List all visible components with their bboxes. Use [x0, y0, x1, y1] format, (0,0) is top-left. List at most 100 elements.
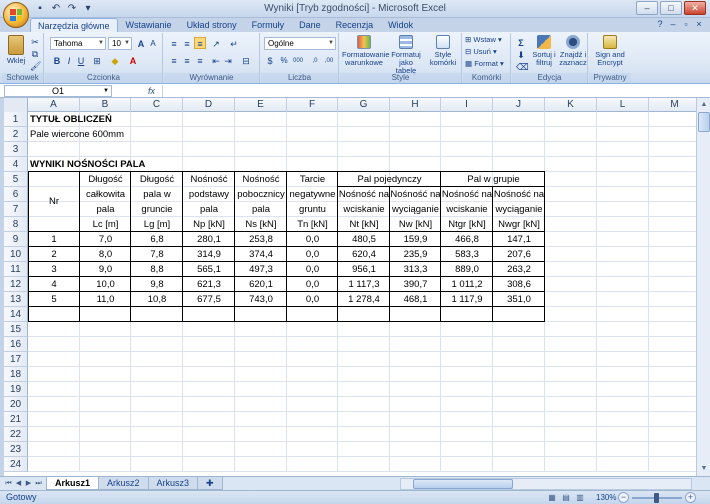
column-header-k[interactable]: K	[545, 98, 597, 112]
insert-function-icon[interactable]: fx	[148, 84, 155, 98]
sheet-tab-arkusz3[interactable]: Arkusz3	[147, 477, 199, 490]
tab-data[interactable]: Dane	[292, 18, 328, 32]
table-cell[interactable]: 7,0	[80, 232, 131, 247]
orientation-icon[interactable]: ↗	[210, 37, 222, 49]
row-header-5[interactable]: 5	[4, 172, 28, 187]
column-header-d[interactable]: D	[183, 98, 235, 112]
percent-button[interactable]: %	[278, 54, 290, 66]
number-format-dropdown[interactable]: Ogólne ▼	[264, 37, 336, 50]
bold-button[interactable]: B	[51, 54, 63, 66]
insert-sheet-icon[interactable]: ✚	[197, 477, 223, 490]
column-header-i[interactable]: I	[441, 98, 493, 112]
header-cell-h-0[interactable]: Nośność na	[390, 187, 441, 202]
row-header-10[interactable]: 10	[4, 247, 28, 262]
row-header-24[interactable]: 24	[4, 457, 28, 472]
table-cell[interactable]: 147,1	[493, 232, 545, 247]
prev-sheet-icon[interactable]: ◀	[14, 478, 23, 490]
table-cell[interactable]: 2	[28, 247, 80, 262]
currency-icon[interactable]: $	[264, 54, 276, 66]
header-cell-e-0[interactable]: Nośność	[235, 172, 287, 187]
table-cell[interactable]: 235,9	[390, 247, 441, 262]
header-cell-c-2[interactable]: gruncie	[131, 202, 183, 217]
zoom-slider-thumb[interactable]	[654, 493, 659, 503]
fill-icon[interactable]: ⬇	[515, 48, 527, 60]
header-cell-j-1[interactable]: wyciąganie	[493, 202, 545, 217]
table-cell[interactable]: 565,1	[183, 262, 235, 277]
sheet-title[interactable]: TYTUŁ OBLICZEŃ	[30, 112, 112, 127]
column-header-f[interactable]: F	[287, 98, 338, 112]
table-cell[interactable]: 10,8	[131, 292, 183, 307]
page-layout-view-icon[interactable]: ▤	[560, 492, 572, 503]
row-header-11[interactable]: 11	[4, 262, 28, 277]
align-top-icon[interactable]: ≡	[168, 37, 180, 49]
scroll-down-icon[interactable]: ▼	[698, 463, 710, 475]
row-header-19[interactable]: 19	[4, 382, 28, 397]
increase-indent-icon[interactable]: ⇥	[222, 54, 234, 66]
tab-formulas[interactable]: Formuły	[245, 18, 292, 32]
select-all-button[interactable]	[4, 98, 28, 112]
header-cell-g-0[interactable]: Nośność na	[338, 187, 390, 202]
header-cell-j-2[interactable]: Nwgr [kN]	[493, 217, 545, 232]
cut-icon[interactable]: ✂	[29, 35, 41, 47]
row-header-16[interactable]: 16	[4, 337, 28, 352]
ribbon-close-icon[interactable]: ×	[694, 19, 704, 29]
column-header-a[interactable]: A	[28, 98, 80, 112]
header-cell-e-1[interactable]: pobocznicy	[235, 187, 287, 202]
table-cell[interactable]: 1 011,2	[441, 277, 493, 292]
table-cell[interactable]: 480,5	[338, 232, 390, 247]
header-cell-f-1[interactable]: negatywne	[287, 187, 338, 202]
header-cell-d-0[interactable]: Nośność	[183, 172, 235, 187]
cell-styles-button[interactable]: Style komórki	[426, 35, 460, 67]
table-cell[interactable]: 1 117,3	[338, 277, 390, 292]
table-cell[interactable]: 1 278,4	[338, 292, 390, 307]
header-cell-c-1[interactable]: pala w	[131, 187, 183, 202]
table-cell[interactable]: 6,8	[131, 232, 183, 247]
header-cell-h-1[interactable]: wyciąganie	[390, 202, 441, 217]
table-cell[interactable]: 743,0	[235, 292, 287, 307]
row-header-4[interactable]: 4	[4, 157, 28, 172]
header-cell-g-2[interactable]: Nt [kN]	[338, 217, 390, 232]
sort-filter-button[interactable]: Sortuj i filtruj	[530, 35, 558, 67]
zoom-level[interactable]: 130%	[596, 491, 616, 504]
row-header-2[interactable]: 2	[4, 127, 28, 142]
header-cell-b-2[interactable]: pala	[80, 202, 131, 217]
header-cell-c-0[interactable]: Długość	[131, 172, 183, 187]
align-bottom-icon[interactable]: ≡	[194, 37, 206, 49]
row-header-1[interactable]: 1	[4, 112, 28, 127]
row-header-12[interactable]: 12	[4, 277, 28, 292]
table-cell[interactable]: 956,1	[338, 262, 390, 277]
header-cell-d-2[interactable]: pala	[183, 202, 235, 217]
header-cell-e-3[interactable]: Ns [kN]	[235, 217, 287, 232]
table-cell[interactable]: 0,0	[287, 247, 338, 262]
font-name-dropdown[interactable]: Tahoma ▼	[50, 37, 106, 50]
header-cell-b-1[interactable]: całkowita	[80, 187, 131, 202]
horizontal-scroll-thumb[interactable]	[413, 479, 513, 489]
table-cell[interactable]: 497,3	[235, 262, 287, 277]
row-header-23[interactable]: 23	[4, 442, 28, 457]
formula-input[interactable]	[162, 85, 696, 97]
horizontal-scrollbar[interactable]	[400, 478, 692, 490]
font-color-icon[interactable]: A	[127, 54, 139, 66]
header-cell-f-2[interactable]: gruntu	[287, 202, 338, 217]
scroll-up-icon[interactable]: ▲	[698, 99, 710, 111]
shrink-font-icon[interactable]: A	[147, 37, 159, 49]
header-single-pile[interactable]: Pal pojedynczy	[338, 172, 441, 187]
ribbon-minimize-icon[interactable]: –	[668, 19, 678, 29]
table-cell[interactable]: 0,0	[287, 277, 338, 292]
table-cell[interactable]: 620,1	[235, 277, 287, 292]
conditional-formatting-button[interactable]: Formatowanie warunkowe	[342, 35, 390, 67]
table-cell[interactable]: 7,8	[131, 247, 183, 262]
header-cell-e-2[interactable]: pala	[235, 202, 287, 217]
table-cell[interactable]: 280,1	[183, 232, 235, 247]
table-cell[interactable]: 263,2	[493, 262, 545, 277]
office-button[interactable]	[3, 2, 29, 28]
wrap-text-icon[interactable]: ↵	[228, 37, 240, 49]
first-sheet-icon[interactable]: ⏮	[4, 478, 13, 490]
column-header-b[interactable]: B	[80, 98, 131, 112]
table-cell[interactable]: 351,0	[493, 292, 545, 307]
font-size-dropdown[interactable]: 10 ▼	[108, 37, 132, 50]
borders-icon[interactable]: ⊞	[91, 54, 103, 66]
header-cell-h-2[interactable]: Nw [kN]	[390, 217, 441, 232]
maximize-button[interactable]: □	[660, 1, 682, 15]
header-cell-g-1[interactable]: wciskanie	[338, 202, 390, 217]
